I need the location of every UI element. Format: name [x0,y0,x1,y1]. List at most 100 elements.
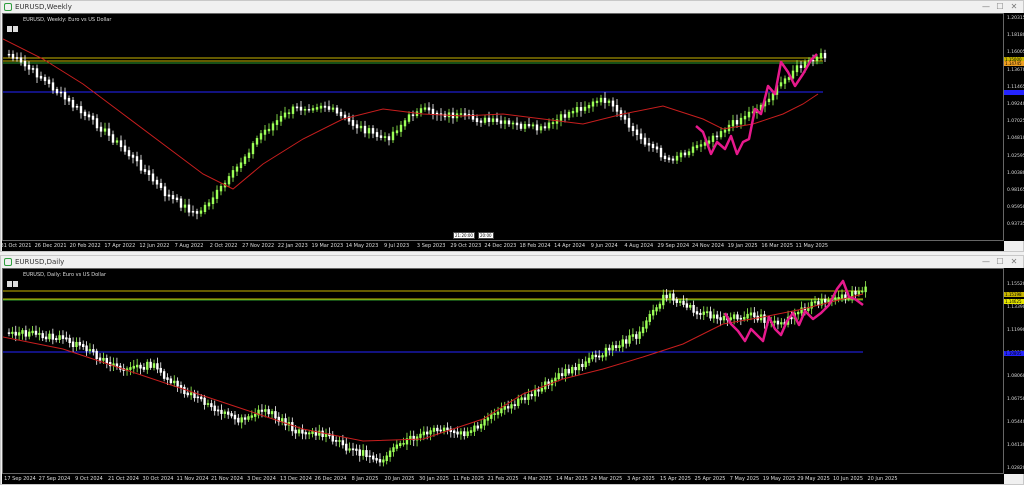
candle-body [403,120,407,127]
candle-body [171,195,175,200]
candle-body [795,65,799,73]
candle-body [623,115,627,120]
candle-body [571,111,575,114]
time-label: 25 Apr 2025 [694,476,726,482]
price-label: 0.98165 [1007,188,1024,193]
candle-body [169,378,173,384]
daily-chart-canvas[interactable]: EURUSD, Daily: Euro vs US Dollar [2,268,1004,474]
candle-body [189,392,193,396]
candle-body [75,106,79,108]
candle-body [361,450,365,456]
candle-body [48,333,51,340]
candle-body [442,427,446,432]
candle-body [595,100,599,104]
candle-body [463,113,467,116]
candle-body [343,114,347,118]
minimize-button[interactable]: — [979,256,993,268]
candle-body [475,118,479,123]
candle-body [635,334,638,339]
candle-body [747,111,751,118]
candle-body [837,297,840,299]
weekly-time-scale[interactable]: 31 Oct 2021 26 Dec 2021 20 Feb 2022 17 Apr … [1,241,1004,251]
candle-body [129,367,132,370]
candle-body [378,459,382,463]
maximize-button[interactable]: ☐ [993,1,1007,13]
close-button[interactable]: ✕ [1007,1,1021,13]
candle-body [651,143,655,149]
candle-body [17,332,21,336]
price-tag-current: 1.14745 [1004,61,1024,66]
candle-body [348,448,351,451]
maximize-button[interactable]: ☐ [993,256,1007,268]
weekly-window-title: EURUSD,Weekly [15,3,72,11]
candle-body [51,82,55,91]
time-label: 14 May 2023 [345,243,379,249]
candle-body [712,314,716,319]
time-label: 27 Nov 2022 [242,243,275,249]
candle-body [65,337,68,340]
minimize-button[interactable]: — [979,1,993,13]
candle-body [776,320,780,325]
price-label: 1.11990 [1007,328,1024,333]
candle-body [159,183,163,188]
candle-body [543,126,547,129]
candle-body [584,361,587,368]
time-label: 20 Feb 2022 [69,243,101,249]
candle-body [392,447,395,453]
candle-body [466,431,469,437]
candle-body [581,363,584,368]
weekly-chart-canvas[interactable]: EURUSD, Weekly: Euro vs US Dollar 21:20:… [2,13,1004,241]
candle-body [123,145,127,152]
candle-body [143,169,147,172]
candle-body [402,442,405,445]
candle-body [604,347,608,357]
crosshair-time-label: 21:20:00 [453,232,475,239]
candle-body [27,64,31,70]
candle-body [554,377,557,382]
time-label: 22 Jan 2023 [277,243,308,249]
candle-body [587,357,591,363]
time-label: 19 May 2025 [762,476,796,482]
daily-chart-window[interactable]: EURUSD,Daily — ☐ ✕ EURUSD, Daily: Euro v… [0,255,1024,485]
weekly-price-scale[interactable]: 1.20315 1.18180 1.16005 1.13670 1.11465 1.092… [1004,13,1024,241]
candle-body [199,210,203,214]
candle-body [628,335,631,344]
candle-body [87,114,91,118]
close-button[interactable]: ✕ [1007,256,1021,268]
candle-body [659,147,663,158]
candle-body [695,145,699,149]
candle-body [230,413,233,417]
time-label: 29 Sep 2024 [657,243,690,249]
candle-body [102,357,105,361]
time-label: 16 Mar 2025 [761,243,794,249]
candle-body [716,314,719,319]
candle-body [560,373,564,377]
candle-body [299,106,303,111]
candle-body [240,417,243,423]
time-label: 7 May 2025 [729,476,760,482]
candle-body [44,336,48,340]
time-label: 18 Feb 2024 [519,243,551,249]
weekly-titlebar[interactable]: EURUSD,Weekly — ☐ ✕ [1,1,1023,13]
candle-body [166,377,169,380]
candle-body [523,397,527,400]
weekly-chart-window[interactable]: EURUSD,Weekly — ☐ ✕ EURUSD, Weekly: Euro… [0,0,1024,252]
candle-body [243,156,247,164]
candle-body [535,124,539,131]
candle-body [496,411,500,415]
candle-body [67,97,71,102]
price-label: 1.13670 [1007,67,1024,73]
daily-titlebar[interactable]: EURUSD,Daily — ☐ ✕ [1,256,1023,268]
candle-body [527,394,530,400]
daily-time-scale[interactable]: 17 Sep 2024 27 Sep 2024 9 Oct 2024 21 Oct 2… [2,474,1004,484]
candle-body [719,317,722,321]
candle-body [61,335,65,339]
candle-body [227,176,231,185]
daily-price-scale[interactable]: 1.155201.133901.119901.093701.080601.067… [1004,268,1024,474]
candle-body [382,459,385,463]
candle-body [187,204,191,213]
candle-body [196,396,200,399]
candle-body [645,320,648,329]
candle-body [335,107,339,114]
candle-body [547,122,551,129]
